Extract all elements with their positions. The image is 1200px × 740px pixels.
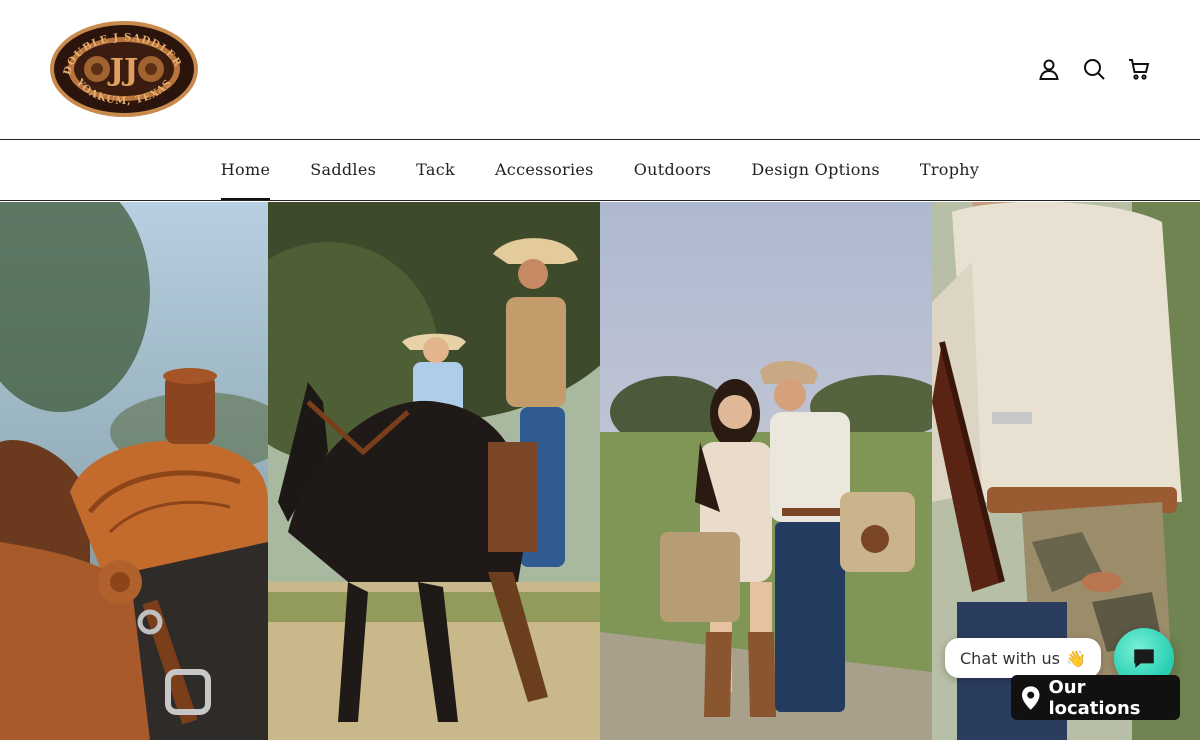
couple-with-bags-photo[interactable] bbox=[600, 202, 932, 740]
nav-item-accessories[interactable]: Accessories bbox=[495, 141, 594, 200]
nav-item-design-options[interactable]: Design Options bbox=[751, 141, 880, 200]
our-locations-button[interactable]: Our locations bbox=[1011, 675, 1180, 720]
nav-item-outdoors[interactable]: Outdoors bbox=[634, 141, 712, 200]
waving-hand-icon: 👋 bbox=[1065, 648, 1086, 668]
site-header: JJ DOUBLE J SADDLERY YOAKUM, TEXAS bbox=[0, 0, 1200, 140]
nav-item-tack[interactable]: Tack bbox=[416, 141, 455, 200]
riders-on-horses-photo[interactable] bbox=[268, 202, 600, 740]
nav-item-home[interactable]: Home bbox=[220, 141, 271, 200]
nav-item-saddles[interactable]: Saddles bbox=[310, 141, 376, 200]
brand-logo[interactable]: JJ DOUBLE J SADDLERY YOAKUM, TEXAS bbox=[44, 11, 199, 119]
main-nav: Home Saddles Tack Accessories Outdoors D… bbox=[0, 141, 1200, 201]
account-icon[interactable] bbox=[1036, 56, 1062, 82]
our-locations-label: Our locations bbox=[1048, 676, 1141, 719]
chat-icon bbox=[1134, 649, 1154, 668]
saddle-closeup-photo[interactable] bbox=[0, 202, 268, 740]
chat-prompt-text: Chat with us bbox=[960, 648, 1060, 668]
search-icon[interactable] bbox=[1081, 56, 1107, 82]
logo-mark: JJ bbox=[107, 53, 138, 88]
map-pin-icon bbox=[1021, 685, 1040, 710]
cart-icon[interactable] bbox=[1126, 56, 1152, 82]
header-icons bbox=[1036, 56, 1152, 82]
nav-item-trophy[interactable]: Trophy bbox=[920, 141, 979, 200]
chat-prompt-bubble[interactable]: Chat with us 👋 bbox=[945, 638, 1101, 678]
